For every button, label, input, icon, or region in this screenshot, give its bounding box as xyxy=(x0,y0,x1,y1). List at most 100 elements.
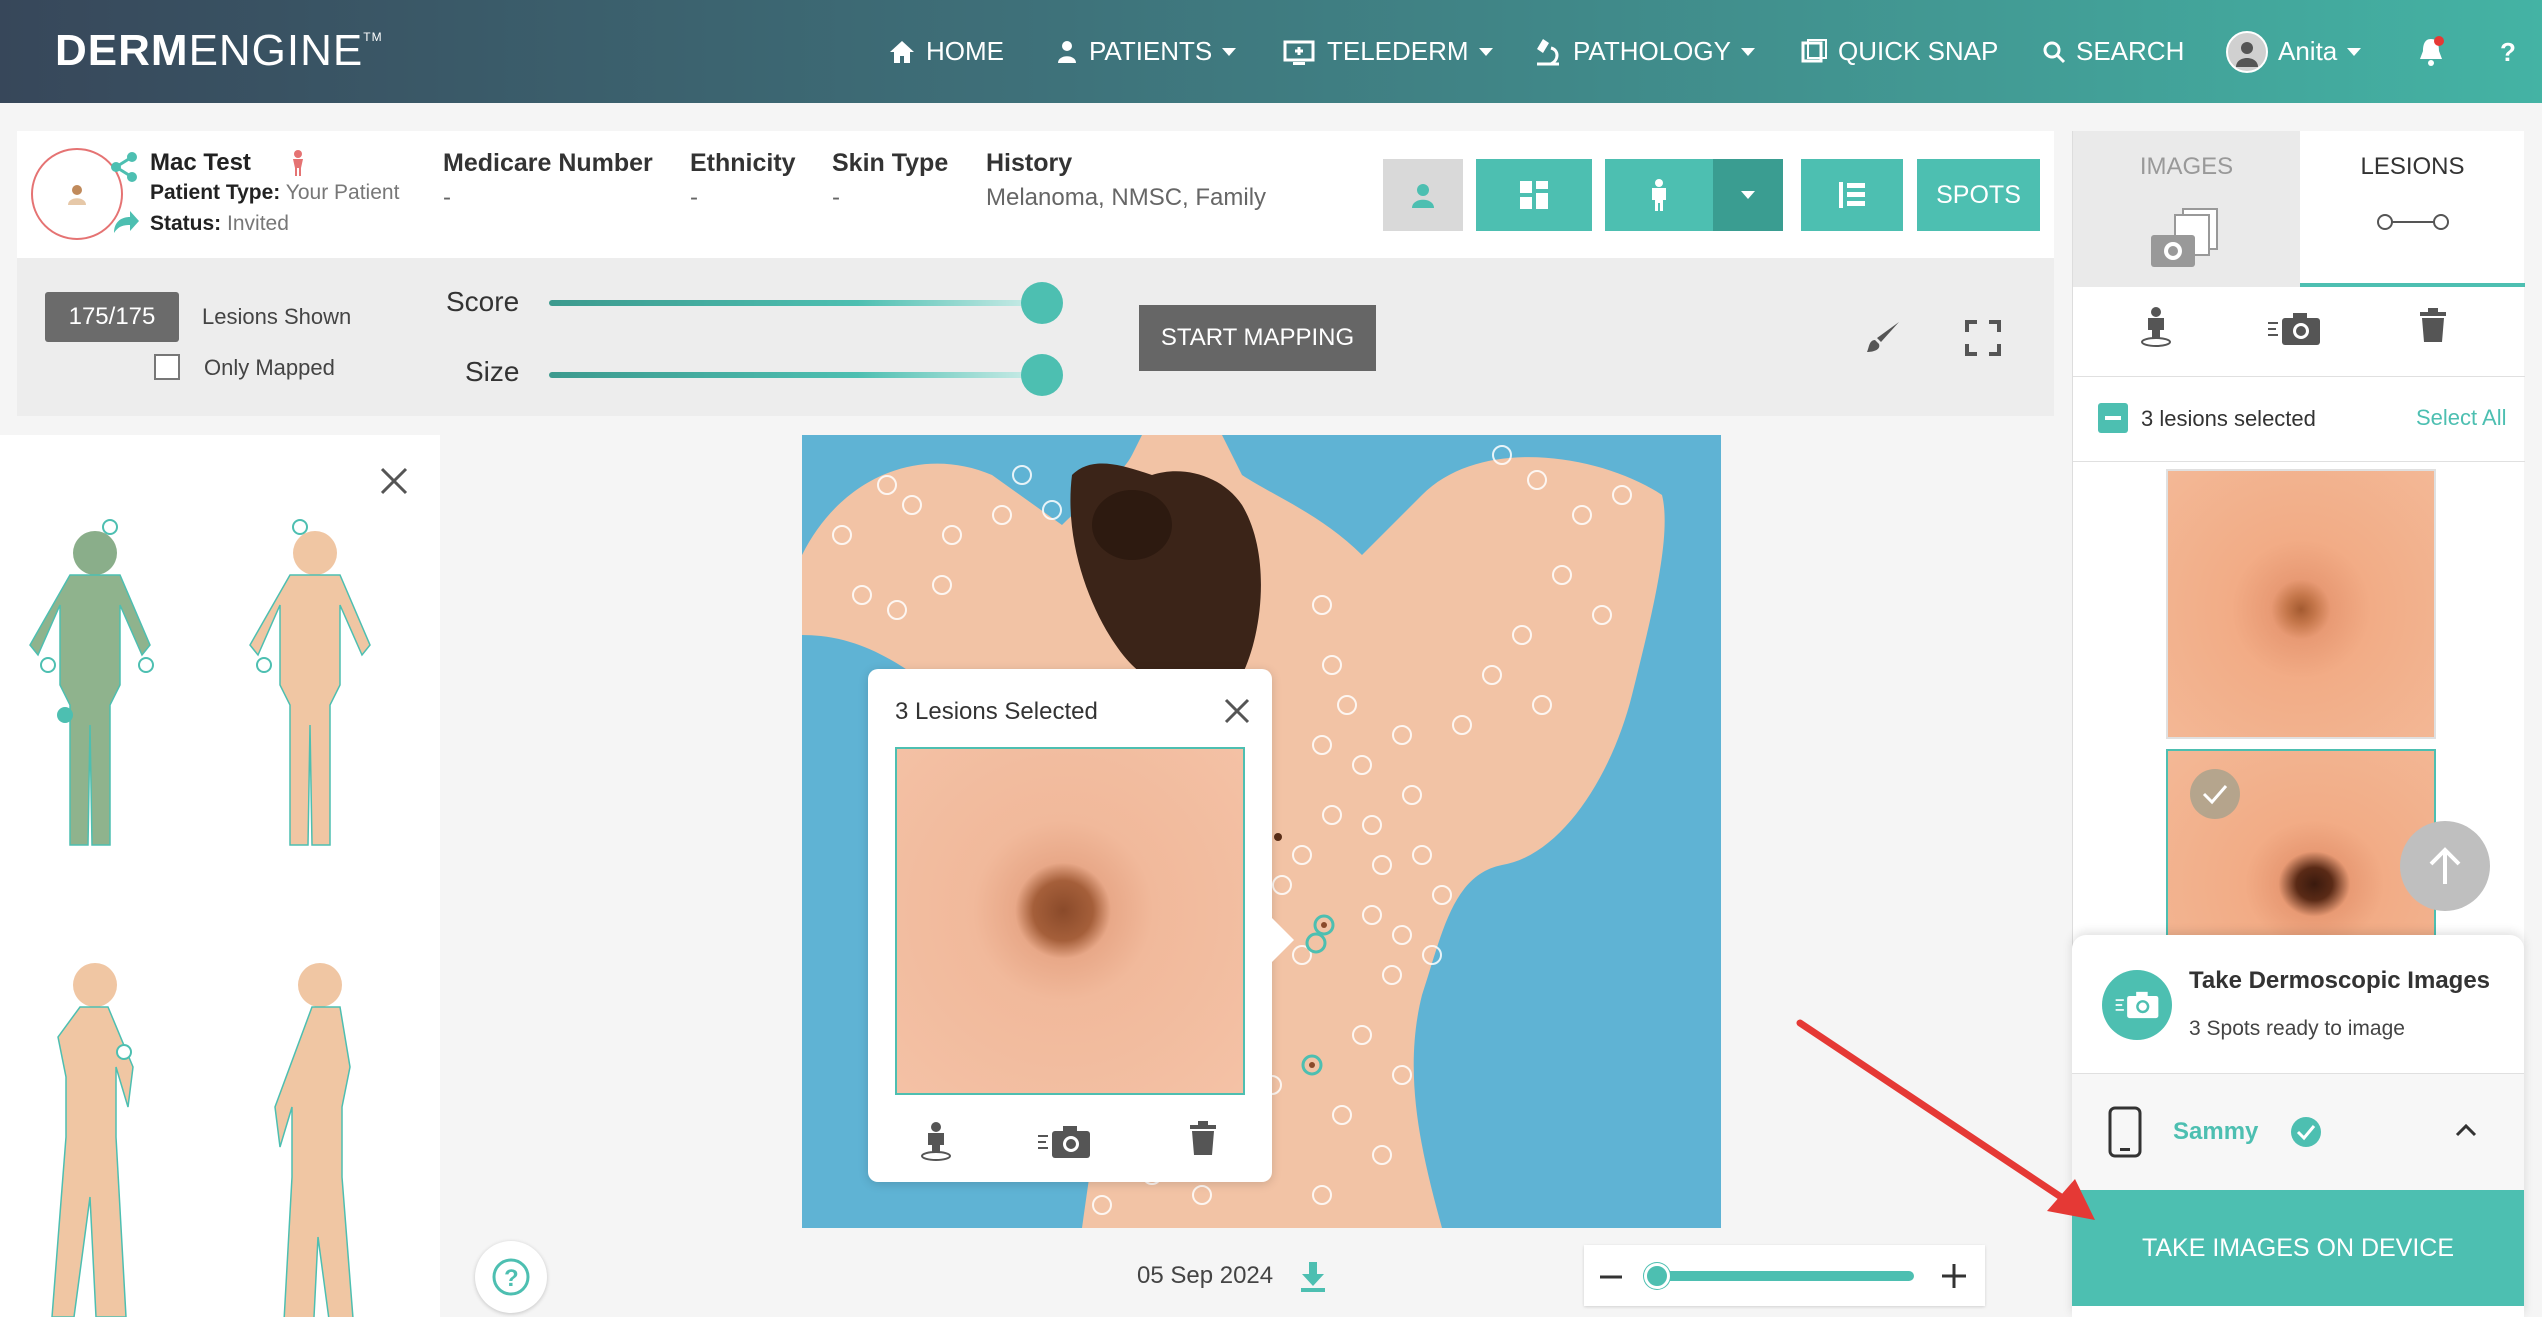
lesion-image[interactable] xyxy=(895,747,1245,1095)
photos-icon xyxy=(1801,38,1827,62)
download-icon[interactable] xyxy=(1298,1260,1328,1292)
microscope-icon xyxy=(1537,38,1559,65)
dermengine-logo[interactable]: DERMENGINETM xyxy=(55,26,383,76)
lesions-selected-popup: 3 Lesions Selected xyxy=(868,669,1294,1182)
body-map-dropdown[interactable] xyxy=(1713,159,1783,231)
score-slider-handle[interactable] xyxy=(1021,282,1063,324)
close-icon[interactable] xyxy=(1223,697,1251,725)
dermoscopic-camera-icon[interactable] xyxy=(1036,1124,1092,1160)
zoom-in-icon[interactable] xyxy=(1940,1262,1968,1290)
question-circle-icon: ? xyxy=(492,1258,530,1296)
scroll-to-top-button[interactable] xyxy=(2400,821,2490,911)
person-icon xyxy=(1412,184,1434,208)
skin-type-value: - xyxy=(832,184,840,211)
person-icon xyxy=(68,185,86,205)
patient-type: Patient Type: Your Patient xyxy=(150,181,400,204)
zoom-slider-handle[interactable] xyxy=(1644,1263,1670,1289)
home-icon xyxy=(890,40,914,63)
history-value: Melanoma, NMSC, Family xyxy=(986,184,1267,211)
nav-quick-snap[interactable]: QUICK SNAP xyxy=(1800,0,1998,103)
take-images-on-device-button[interactable]: TAKE IMAGES ON DEVICE xyxy=(2072,1190,2524,1306)
chevron-down-icon xyxy=(1222,47,1237,56)
help-nav-button[interactable]: ? xyxy=(2496,0,2520,103)
arrow-up-icon xyxy=(2429,847,2461,884)
chevron-down-icon xyxy=(1478,47,1493,56)
verified-check-icon xyxy=(2291,1117,2321,1147)
body-map-button[interactable] xyxy=(1605,159,1713,231)
nav-patients[interactable]: PATIENTS xyxy=(1055,0,1237,103)
size-slider-handle[interactable] xyxy=(1021,354,1063,396)
start-mapping-button[interactable]: START MAPPING xyxy=(1139,305,1376,371)
patient-profile-button[interactable] xyxy=(1383,159,1463,231)
telederm-icon xyxy=(1283,40,1315,65)
camera-photos-icon xyxy=(2150,208,2218,267)
select-all-link[interactable]: Select All xyxy=(2416,405,2507,431)
check-icon xyxy=(2190,769,2240,819)
tab-lesions[interactable]: LESIONS xyxy=(2300,131,2525,287)
question-icon: ? xyxy=(2500,37,2516,67)
size-slider-track[interactable] xyxy=(549,372,1063,378)
chevron-down-icon xyxy=(2347,47,2362,56)
map-controls: 175/175 Lesions Shown Only Mapped Score … xyxy=(17,258,2054,416)
patient-card: Mac Test Patient Type: Your Patient Stat… xyxy=(17,131,2054,258)
patient-status: Status: Invited xyxy=(150,212,289,235)
trash-icon[interactable] xyxy=(2418,308,2448,344)
search-icon xyxy=(2043,41,2066,63)
chevron-down-icon xyxy=(1741,191,1755,199)
nav-pathology[interactable]: PATHOLOGY xyxy=(1533,0,1755,103)
top-nav: DERMENGINETM HOME PATIENTS TELEDERM PATH… xyxy=(0,0,2542,103)
body-location-icon[interactable] xyxy=(916,1121,956,1161)
notifications-button[interactable] xyxy=(2416,0,2446,103)
device-row[interactable]: Sammy xyxy=(2072,1074,2524,1190)
list-icon xyxy=(1839,182,1865,208)
lesion-thumbnail[interactable] xyxy=(2166,469,2436,739)
image-date: 05 Sep 2024 xyxy=(1137,1262,1274,1289)
nav-search[interactable]: SEARCH xyxy=(2042,0,2184,103)
body-model-back[interactable] xyxy=(230,515,400,915)
ethnicity-value: - xyxy=(690,184,698,211)
dermoscopic-camera-icon xyxy=(2115,991,2159,1019)
forward-icon[interactable] xyxy=(110,209,140,237)
selected-count-text: 3 lesions selected xyxy=(2141,406,2316,431)
zoom-out-icon[interactable] xyxy=(1598,1264,1624,1290)
body-model-right-side[interactable] xyxy=(20,955,180,1317)
deselect-all-checkbox[interactable] xyxy=(2098,403,2128,433)
list-view-button[interactable] xyxy=(1801,159,1903,231)
patients-icon xyxy=(1058,40,1076,63)
zoom-control xyxy=(1584,1245,1985,1306)
zoom-slider-track[interactable] xyxy=(1654,1271,1914,1281)
nav-user-menu[interactable]: Anita xyxy=(2226,0,2362,103)
nav-home[interactable]: HOME xyxy=(888,0,1004,103)
device-name: Sammy xyxy=(2173,1118,2259,1145)
chevron-up-icon[interactable] xyxy=(2454,1122,2478,1138)
share-icon[interactable] xyxy=(110,151,140,183)
score-label: Score xyxy=(446,286,520,317)
body-icon xyxy=(1652,179,1666,211)
history-label: History xyxy=(986,149,1073,177)
tab-images[interactable]: IMAGES xyxy=(2073,131,2300,287)
trash-icon[interactable] xyxy=(1188,1121,1218,1157)
nav-telederm[interactable]: TELEDERM xyxy=(1283,0,1493,103)
grid-view-button[interactable] xyxy=(1476,159,1592,231)
body-location-icon[interactable] xyxy=(2136,306,2176,348)
body-model-front[interactable] xyxy=(10,515,180,915)
patient-name: Mac Test xyxy=(150,149,251,176)
avatar xyxy=(2226,30,2268,73)
divider xyxy=(2073,461,2525,462)
dermoscopic-camera-icon[interactable] xyxy=(2266,311,2322,347)
spots-button[interactable]: SPOTS xyxy=(1917,159,2040,231)
body-model-left-side[interactable] xyxy=(240,955,400,1317)
lesions-shown-label: Lesions Shown xyxy=(202,304,352,329)
only-mapped-checkbox[interactable] xyxy=(154,354,180,380)
skin-type-label: Skin Type xyxy=(832,149,949,177)
medicare-value: - xyxy=(443,184,451,211)
brush-icon[interactable] xyxy=(1863,318,1903,358)
score-slider-track[interactable] xyxy=(549,300,1063,306)
popup-pointer xyxy=(1268,914,1294,966)
card-title: Take Dermoscopic Images xyxy=(2189,967,2491,994)
help-button[interactable]: ? xyxy=(475,1241,547,1313)
lesion-count-badge: 175/175 xyxy=(45,292,179,342)
ethnicity-label: Ethnicity xyxy=(690,149,796,177)
close-icon[interactable] xyxy=(378,465,410,497)
fullscreen-icon[interactable] xyxy=(1963,318,2003,358)
